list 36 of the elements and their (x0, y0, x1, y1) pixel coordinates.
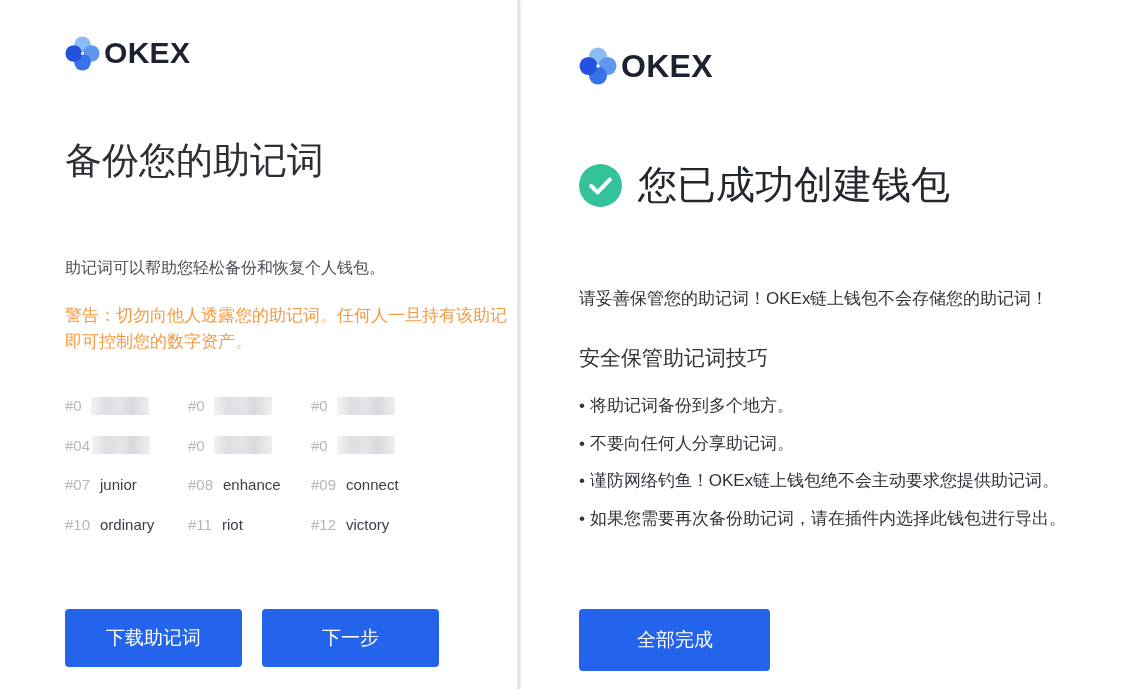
mnemonic-word: ordinary (100, 515, 155, 533)
next-button[interactable]: 下一步 (262, 609, 439, 667)
word-number: #0 (311, 397, 329, 415)
word-number: #0 (188, 436, 206, 454)
word-number: #11 (188, 515, 212, 533)
tips-heading: 安全保管助记词技巧 (579, 345, 769, 371)
logo-text: OKEX (104, 38, 191, 68)
mnemonic-word: victory (346, 515, 390, 533)
tip-item: • 如果您需要再次备份助记词，请在插件内选择此钱包进行导出。 (579, 507, 1067, 530)
word-number: #09 (311, 476, 337, 494)
mnemonic-word: riot (222, 515, 243, 533)
download-button[interactable]: 下载助记词 (65, 609, 242, 667)
word-number: #0 (311, 436, 329, 454)
word-number: #04 (65, 436, 91, 454)
warning-text: 警告：切勿向他人透露您的助记词。任何人一旦持有该助记 即可控制您的数字资产。 (65, 305, 508, 353)
word-number: #12 (311, 515, 337, 533)
description-text: 助记词可以帮助您轻松备份和恢复个人钱包。 (65, 258, 386, 278)
mnemonic-word: junior (100, 476, 137, 494)
tip-item: • 将助记词备份到多个地方。 (579, 395, 795, 417)
success-title: 您已成功创建钱包 (638, 163, 950, 207)
word-number: #0 (65, 397, 83, 415)
mnemonic-word: connect (346, 476, 399, 494)
word-number: #10 (65, 515, 91, 533)
word-number: #0 (188, 397, 206, 415)
finish-button[interactable]: 全部完成 (579, 609, 770, 671)
word-number: #08 (188, 476, 214, 494)
logo-icon (65, 35, 100, 71)
word-number: #07 (65, 476, 91, 494)
notice-text: 请妥善保管您的助记词！OKEx链上钱包不会存储您的助记词！ (579, 288, 1050, 310)
page-title: 备份您的助记词 (65, 139, 325, 183)
logo-icon (579, 47, 617, 85)
mnemonic-word: enhance (223, 476, 281, 494)
logo-text: OKEX (621, 50, 713, 82)
success-check-icon (579, 163, 622, 207)
tip-item: • 谨防网络钓鱼！OKEx链上钱包绝不会主动要求您提供助记词。 (579, 470, 1061, 492)
tip-item: • 不要向任何人分享助记词。 (579, 432, 795, 455)
